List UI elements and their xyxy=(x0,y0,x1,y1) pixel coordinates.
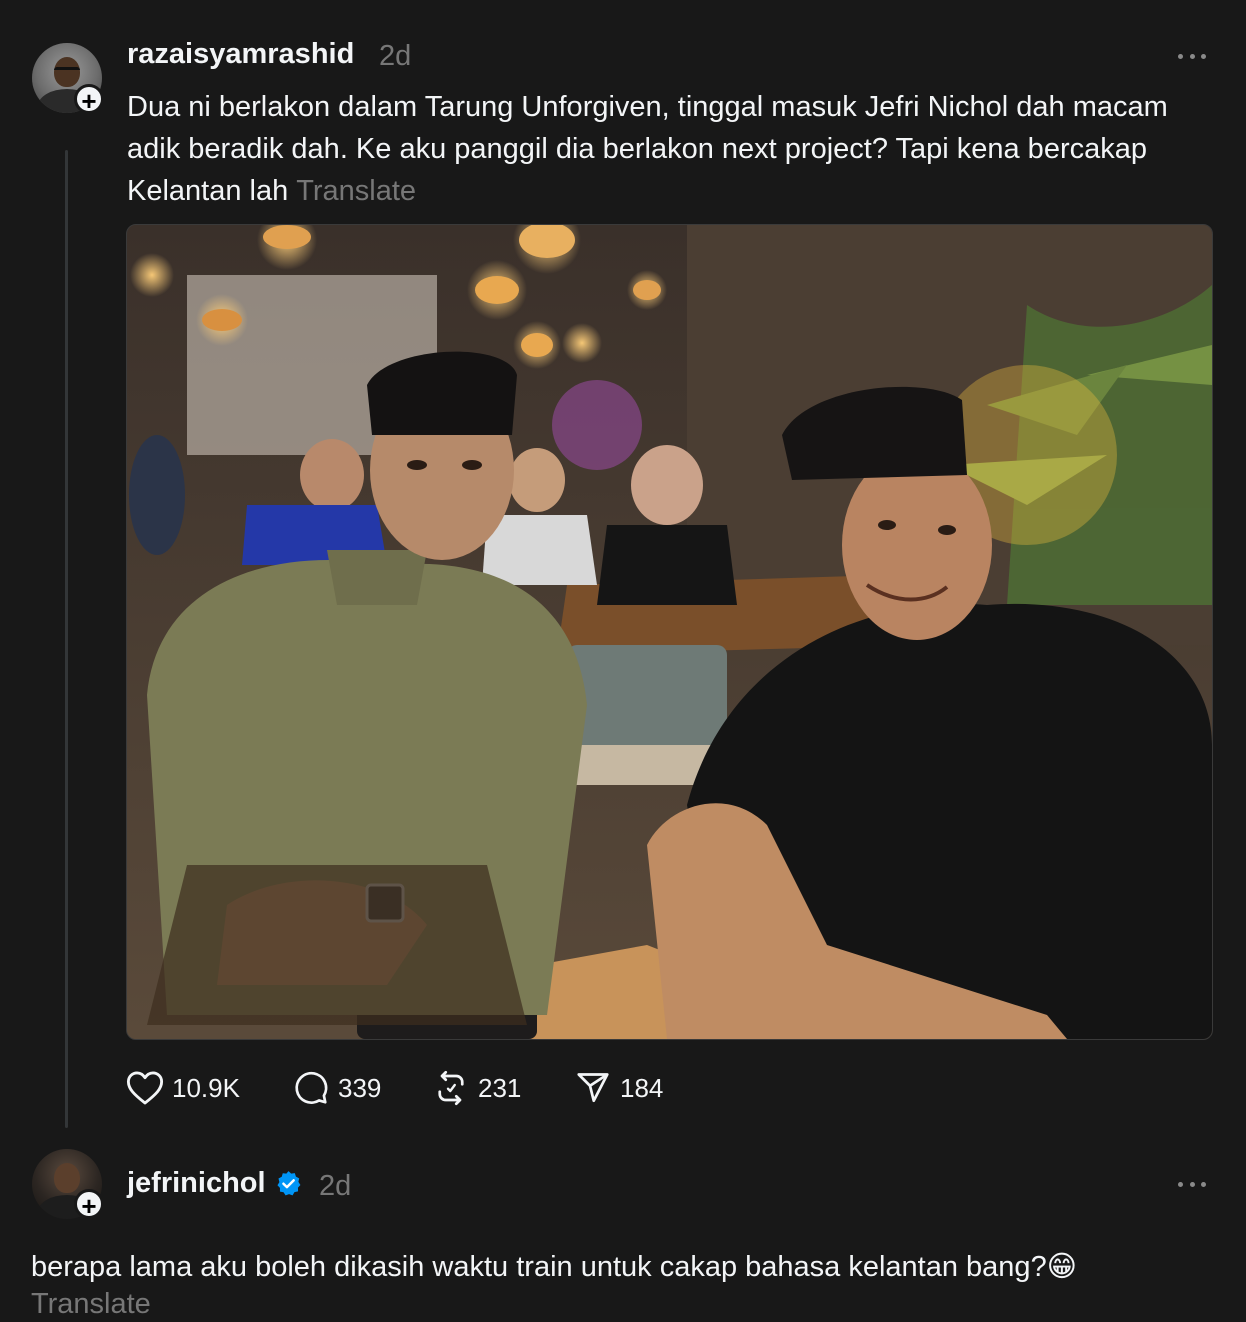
repost-button[interactable]: 231 xyxy=(432,1066,521,1110)
comment-bubble-icon xyxy=(295,1071,328,1104)
threads-feed: + razaisyamrashid 2d Dua ni berlakon dal… xyxy=(0,0,1246,1322)
translate-link[interactable]: Translate xyxy=(296,175,416,207)
send-icon xyxy=(577,1073,609,1103)
follow-plus-icon[interactable]: + xyxy=(74,84,104,116)
follow-plus-icon[interactable]: + xyxy=(74,1189,104,1221)
more-dots-icon[interactable] xyxy=(1178,51,1206,61)
post-photo[interactable] xyxy=(126,224,1213,1040)
photo-illustration xyxy=(127,225,1212,1039)
heart-icon xyxy=(126,1071,164,1105)
repost-count: 231 xyxy=(478,1072,522,1103)
post-timestamp: 2d xyxy=(379,40,412,72)
thread-connector-line xyxy=(65,150,68,1128)
comment-button[interactable]: 339 xyxy=(292,1066,381,1110)
share-count: 184 xyxy=(620,1072,664,1103)
repost-icon xyxy=(438,1070,464,1106)
reply-username[interactable]: jefrinichol xyxy=(127,1167,266,1200)
comment-count: 339 xyxy=(338,1072,382,1103)
post-username[interactable]: razaisyamrashid xyxy=(127,38,354,71)
share-button[interactable]: 184 xyxy=(574,1066,663,1110)
post-body: Dua ni berlakon dalam Tarung Unforgiven,… xyxy=(127,86,1217,212)
reply-text: berapa lama aku boleh dikasih waktu trai… xyxy=(31,1251,1077,1283)
translate-link[interactable]: Translate xyxy=(31,1288,151,1321)
verified-badge-icon xyxy=(277,1171,301,1196)
like-count: 10.9K xyxy=(172,1072,240,1103)
post-text: Dua ni berlakon dalam Tarung Unforgiven,… xyxy=(127,91,1168,207)
more-dots-icon[interactable] xyxy=(1178,1179,1206,1189)
reply-timestamp: 2d xyxy=(319,1170,352,1202)
like-button[interactable]: 10.9K xyxy=(126,1066,240,1110)
